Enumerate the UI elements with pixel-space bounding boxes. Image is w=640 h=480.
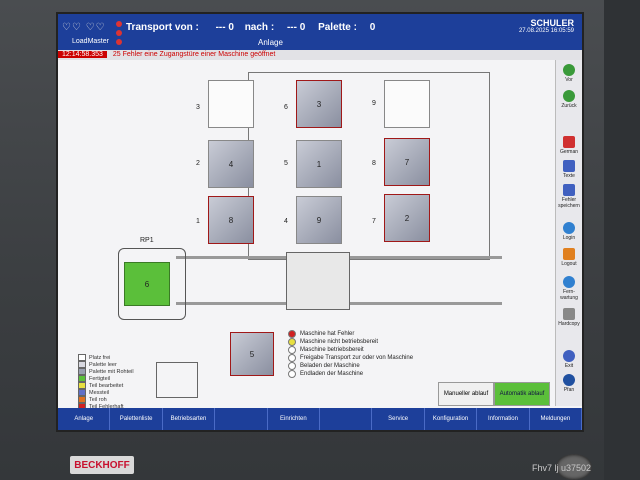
station[interactable]: 4 [208, 140, 254, 188]
slot-number: 3 [196, 104, 200, 111]
slot-number: 7 [372, 218, 376, 225]
nav-information[interactable]: Information [477, 408, 530, 430]
alarm-time: 12:14:58.353 [58, 51, 107, 58]
machine-legend: Maschine hat Fehler Maschine nicht betri… [288, 330, 413, 378]
slot-number: 6 [284, 104, 288, 111]
alarm-bar[interactable]: 12:14:58.353 25 Fehler eine Zugangstüre … [58, 50, 582, 60]
language-button[interactable]: German [556, 136, 582, 155]
nav-empty[interactable] [320, 408, 373, 430]
header-bar: ♡♡ ♡♡ LoadMaster Transport von : --- 0 n… [58, 14, 582, 50]
remote-maintenance-button[interactable]: Fern-wartung [556, 276, 582, 301]
nav-anlage[interactable]: Anlage [58, 408, 111, 430]
datetime: 27.08.2025 16:05:59 [518, 28, 574, 34]
station[interactable]: 8 [208, 196, 254, 244]
station[interactable] [208, 80, 254, 128]
nav-einrichten[interactable]: Einrichten [268, 408, 321, 430]
slot-number: 9 [372, 100, 376, 107]
loadmaster-label: LoadMaster [72, 38, 109, 45]
slot-number: 1 [196, 218, 200, 225]
station[interactable] [384, 80, 430, 128]
slot-number: 2 [196, 160, 200, 167]
plant-layout: 3 6 3 9 2 4 5 1 8 7 1 8 4 9 7 2 RP1 6 5 … [66, 62, 550, 410]
bottom-nav: Anlage Palettenliste Betriebsarten Einri… [58, 408, 582, 430]
station[interactable]: 9 [296, 196, 342, 244]
login-button[interactable]: Login [556, 222, 582, 241]
station[interactable]: 3 [296, 80, 342, 128]
monitor-side [604, 0, 640, 480]
station[interactable]: 2 [384, 194, 430, 242]
loading-frame [118, 248, 186, 320]
rp-label: RP1 [140, 237, 154, 244]
slot-number: 8 [372, 160, 376, 167]
transport-from-label: Transport von : [126, 22, 199, 33]
machine-station[interactable]: 5 [230, 332, 274, 376]
station[interactable]: 1 [296, 140, 342, 188]
transfer-vehicle[interactable] [286, 252, 350, 310]
alarm-count: 25 [112, 51, 121, 58]
nav-empty[interactable] [215, 408, 268, 430]
hardcopy-button[interactable]: Hardcopy [556, 308, 582, 327]
logout-button[interactable]: Logout [556, 248, 582, 267]
auto-mode-button[interactable]: Automatik ablauf [494, 382, 550, 406]
transport-to-label: nach : [244, 22, 275, 33]
save-errors-button[interactable]: Fehler speichern [556, 184, 582, 209]
transport-to-value: --- 0 [286, 22, 306, 33]
part-legend: Platz frei Palette leer Palette mit Roht… [78, 354, 134, 410]
screen-title: Anlage [258, 38, 283, 47]
transport-status: Transport von : --- 0 nach : --- 0 Palet… [126, 22, 375, 33]
nav-service[interactable]: Service [372, 408, 425, 430]
brand-block: SCHULER 27.08.2025 16:05:59 [519, 18, 574, 34]
exit-button[interactable]: Exit [556, 350, 582, 369]
manual-mode-button[interactable]: Manueller ablauf [438, 382, 494, 406]
alarm-message: Fehler eine Zugangstüre einer Maschine g… [122, 51, 276, 58]
heart-icons: ♡♡ ♡♡ [62, 22, 106, 33]
slot-number: 4 [284, 218, 288, 225]
palette-value: 0 [369, 22, 376, 33]
slot-number: 5 [284, 160, 288, 167]
beckhoff-label: BECKHOFF [70, 456, 134, 474]
brand-logo: SCHULER [530, 18, 574, 28]
robot-frame [156, 362, 198, 398]
pfan-button[interactable]: Pfan [556, 374, 582, 393]
nav-konfiguration[interactable]: Konfiguration [425, 408, 478, 430]
right-toolbar: Vor Zurück German Texte Fehler speichern… [555, 60, 582, 406]
watermark: Fhv7 lj u37502 [532, 463, 592, 473]
forward-button[interactable]: Vor [556, 64, 582, 83]
status-lights [116, 21, 122, 48]
nav-palettenliste[interactable]: Palettenliste [110, 408, 163, 430]
hmi-screen: ♡♡ ♡♡ LoadMaster Transport von : --- 0 n… [58, 14, 582, 430]
station[interactable]: 7 [384, 138, 430, 186]
texts-button[interactable]: Texte [556, 160, 582, 179]
back-button[interactable]: Zurück [556, 90, 582, 109]
palette-label: Palette : [318, 22, 357, 33]
transport-from-value: --- 0 [215, 22, 234, 33]
nav-meldungen[interactable]: Meldungen [530, 408, 582, 430]
nav-betriebsarten[interactable]: Betriebsarten [163, 408, 216, 430]
